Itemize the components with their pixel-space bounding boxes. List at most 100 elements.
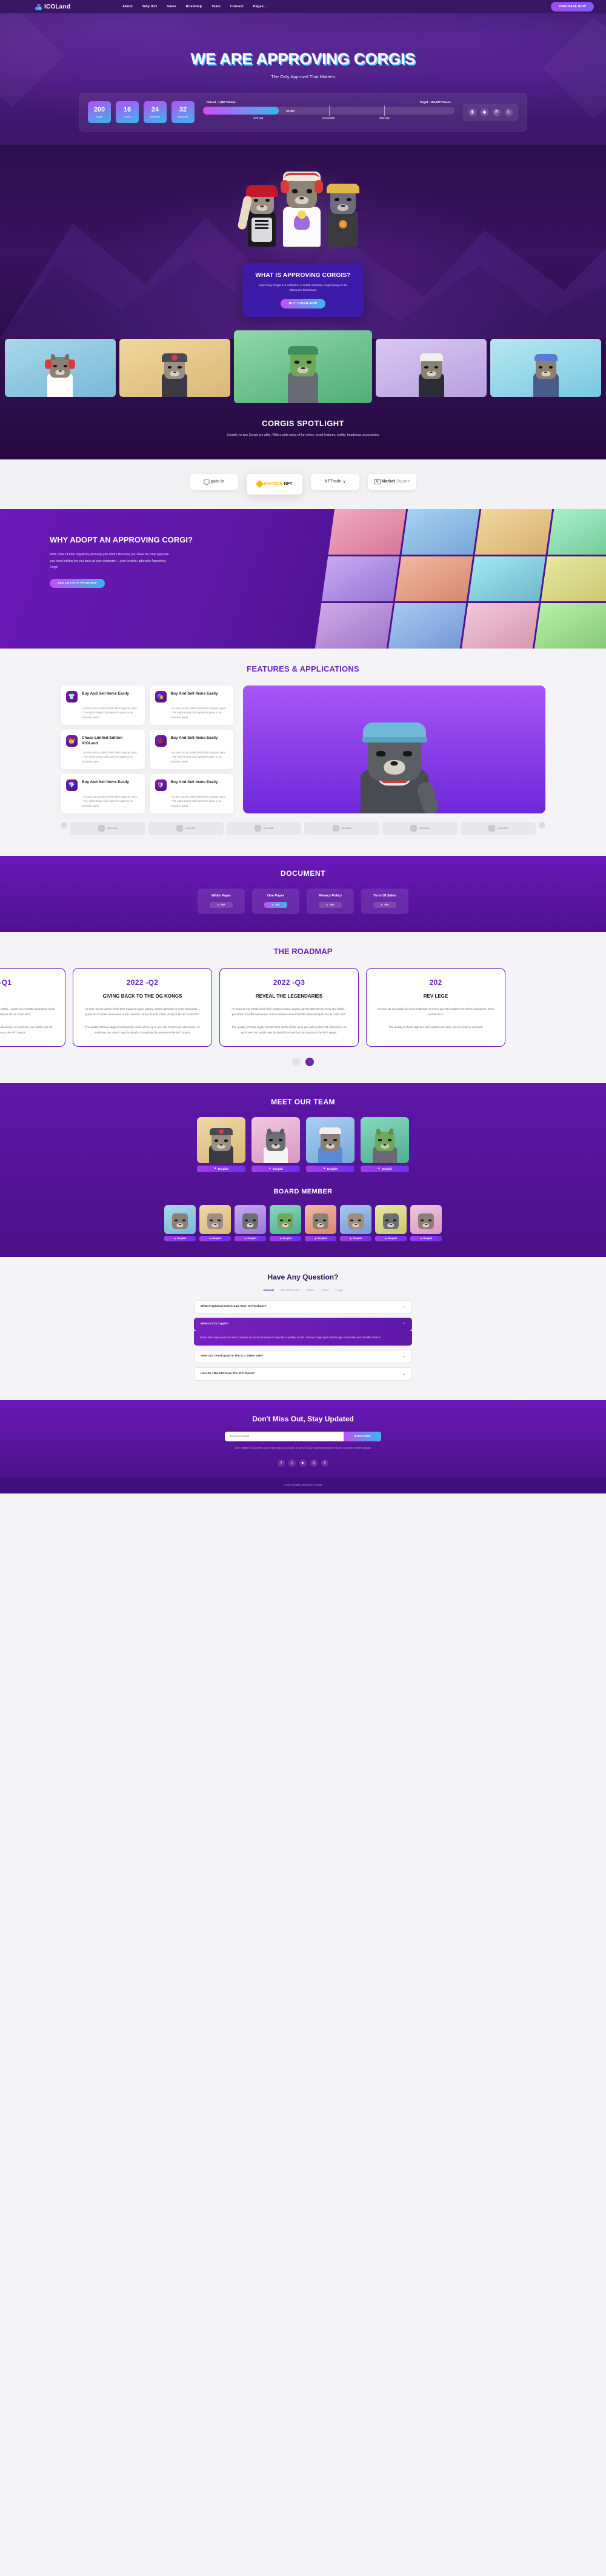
faq-tab-general[interactable]: General (264, 1289, 274, 1292)
nav-link-pages[interactable]: Pages ⌄ (253, 5, 267, 8)
partner-marketsquare[interactable]: M Market Square (368, 473, 416, 490)
roadmap-body: magnum opus, paying careful attention to… (0, 1007, 55, 1016)
board-member[interactable]: ✦ Dorgibit (375, 1204, 407, 1241)
feature-card[interactable]: 👕 Buy And Sell Items Easily - As soon as… (61, 685, 145, 725)
board-name-chip[interactable]: ✦ Dorgibit (340, 1235, 371, 1241)
nft-card-2[interactable] (119, 339, 230, 397)
twitter-icon[interactable]: t (288, 1460, 296, 1467)
countdown-hours-value: 16 (123, 105, 132, 113)
faq-item[interactable]: How Do I Benefit From The ICO Token? ⌄ (194, 1367, 412, 1381)
faq-tab-token[interactable]: Token (307, 1289, 314, 1292)
roadmap-next-button[interactable]: › (305, 1057, 314, 1066)
brand-logo[interactable]: ICOLand (35, 3, 70, 10)
buy-token-now-button[interactable]: BUY TOKEN NOW (280, 299, 326, 309)
roadmap-card[interactable]: 202 REV LEGE As soon as our artists fin … (366, 967, 505, 1047)
paypal-icon[interactable]: P (493, 108, 501, 116)
feature-card[interactable]: 💎 Buy And Sell Items Easily - As soon as… (61, 773, 145, 813)
board-name-chip[interactable]: ✦ Dorgibit (305, 1235, 336, 1241)
nft-card-1[interactable] (5, 339, 116, 397)
nav-link-why-ico[interactable]: Why ICO (142, 5, 157, 8)
team-member-name-chip[interactable]: ✦ Dorgibit (197, 1165, 245, 1172)
twitter-icon: ✦ (378, 1167, 380, 1170)
feature-card[interactable]: 🐞 Buy And Sell Items Easily - As soon as… (149, 729, 233, 769)
nft-card-5[interactable] (490, 339, 602, 397)
team-member[interactable]: ✦ Dorgibit (361, 1116, 409, 1172)
feature-thumb[interactable]: FEATURE (382, 821, 458, 835)
roadmap-card[interactable]: 2022 -Q2 GIVING BACK TO THE OG KONGS As … (73, 967, 212, 1047)
facebook-icon[interactable]: f (278, 1460, 285, 1467)
roadmap-card[interactable]: 2022 -Q3 REVEAL THE LEGENDARIES As soon … (219, 967, 359, 1047)
document-white-paper[interactable]: White Paper ⬇ PDF (198, 888, 245, 914)
nav-link-contact[interactable]: Contact (230, 5, 244, 8)
board-member[interactable]: ✦ Dorgibit (235, 1204, 266, 1241)
countdown-days-value: 200 (93, 105, 105, 113)
feature-thumb[interactable]: FEATURE (70, 821, 145, 835)
team-member-name-chip[interactable]: ✦ Dorgibit (361, 1165, 409, 1172)
download-pdf-button[interactable]: ⬇ PDF (319, 901, 342, 908)
board-member[interactable]: ✦ Dorgibit (410, 1204, 442, 1241)
download-pdf-button[interactable]: ⬇ PDF (264, 901, 287, 908)
board-member[interactable]: ✦ Dorgibit (164, 1204, 196, 1241)
faq-item[interactable]: What Cryptocurrencies Can I Use To Purch… (194, 1300, 412, 1313)
document-privacy-policy[interactable]: Privacy Policy ⬇ PDF (307, 888, 354, 914)
instagram-icon[interactable]: ◎ (310, 1460, 318, 1467)
board-name-chip[interactable]: ✦ Dorgibit (270, 1235, 301, 1241)
nft-card-4[interactable] (376, 339, 487, 397)
board-name-chip[interactable]: ✦ Dorgibit (164, 1235, 196, 1241)
board-member[interactable]: ✦ Dorgibit (270, 1204, 301, 1241)
feature-card[interactable]: 🛡 Buy And Sell Items Easily - As soon as… (149, 773, 233, 813)
feature-card[interactable]: 👑 Chase Limited Edition ICOLand - As soo… (61, 729, 145, 769)
team-member-name-chip[interactable]: ✦ Dorgibit (251, 1165, 300, 1172)
nft-card-3-featured[interactable] (233, 330, 373, 403)
team-member[interactable]: ✦ Dorgibit (251, 1116, 300, 1172)
slider-prev-icon[interactable]: ‹ (61, 821, 67, 829)
partner-binance-nft[interactable]: BINANCE NFT (247, 473, 302, 495)
faq-tab-legal[interactable]: Legal (336, 1289, 342, 1292)
roadmap-prev-button[interactable]: ‹ (292, 1057, 301, 1066)
partners-strip: gate.io BINANCE NFT NFTrade ⋎ M Market S… (0, 459, 606, 509)
telegram-icon[interactable]: ✈ (321, 1460, 328, 1467)
litecoin-icon[interactable]: Ł (505, 108, 513, 116)
feature-card[interactable]: 🎭 Buy And Sell Items Easily - As soon as… (149, 685, 233, 725)
board-name-chip[interactable]: ✦ Dorgibit (199, 1235, 231, 1241)
nav-link-team[interactable]: Team (211, 5, 221, 8)
board-name-chip[interactable]: ✦ Dorgibit (375, 1235, 407, 1241)
board-member[interactable]: ✦ Dorgibit (340, 1204, 371, 1241)
partner-gateio[interactable]: gate.io (190, 473, 238, 490)
feature-thumb[interactable]: FEATURE (304, 821, 380, 835)
nav-link-sales[interactable]: Sales (167, 5, 176, 8)
document-term-of-sales[interactable]: Term Of Sales ⬇ PDF (361, 888, 408, 914)
roadmap-body-2: The quality of these digital membership … (231, 1025, 347, 1034)
board-name-chip[interactable]: ✦ Dorgibit (410, 1235, 442, 1241)
nav-link-about[interactable]: About (122, 5, 133, 8)
chevron-up-icon: ⌃ (402, 1322, 405, 1326)
document-one-paper[interactable]: One Paper ⬇ PDF (252, 888, 299, 914)
feature-thumb[interactable]: FEATURE (461, 821, 536, 835)
newsletter-email-input[interactable] (225, 1431, 344, 1441)
team-member-name-chip[interactable]: ✦ Dorgibit (306, 1165, 355, 1172)
faq-item[interactable]: How Can I Participate In The ICO Token S… (194, 1349, 412, 1363)
nav-link-roadmap[interactable]: Roadmap (186, 5, 202, 8)
feature-thumb[interactable]: FEATURE (148, 821, 224, 835)
roadmap-card[interactable]: 2022 -Q1 AN magnum opus, paying careful … (0, 967, 65, 1047)
download-pdf-button[interactable]: ⬇ PDF (373, 901, 396, 908)
purchase-now-button[interactable]: PURCHASE NOW (550, 2, 594, 12)
board-member[interactable]: ✦ Dorgibit (305, 1204, 336, 1241)
ethereum-icon[interactable]: ◈ (481, 108, 488, 116)
partner-nftrade[interactable]: NFTrade ⋎ (311, 473, 359, 490)
faq-tab-pre-ico[interactable]: Pre ICO & ICO (281, 1289, 299, 1292)
board-name-chip[interactable]: ✦ Dorgibit (235, 1235, 266, 1241)
team-member[interactable]: ✦ Dorgibit (197, 1116, 245, 1172)
see-loyalty-program-button[interactable]: SEE LOYALTY PROGRAM (50, 578, 105, 588)
slider-next-icon[interactable]: › (538, 821, 545, 829)
team-member[interactable]: ✦ Dorgibit (306, 1116, 355, 1172)
board-member[interactable]: ✦ Dorgibit (199, 1204, 231, 1241)
faq-item-open[interactable]: What Is ICO Crypto? ⌃ (194, 1317, 412, 1331)
download-pdf-button[interactable]: ⬇ PDF (210, 901, 233, 908)
why-adopt-nft-grid (315, 509, 606, 649)
subscribe-button[interactable]: SUBSCRIBE (344, 1431, 381, 1441)
bitcoin-icon[interactable]: ฿ (468, 108, 476, 116)
feature-thumb[interactable]: FEATURE (226, 821, 302, 835)
faq-tab-client[interactable]: Client (321, 1289, 328, 1292)
youtube-icon[interactable]: ▶ (299, 1460, 307, 1467)
